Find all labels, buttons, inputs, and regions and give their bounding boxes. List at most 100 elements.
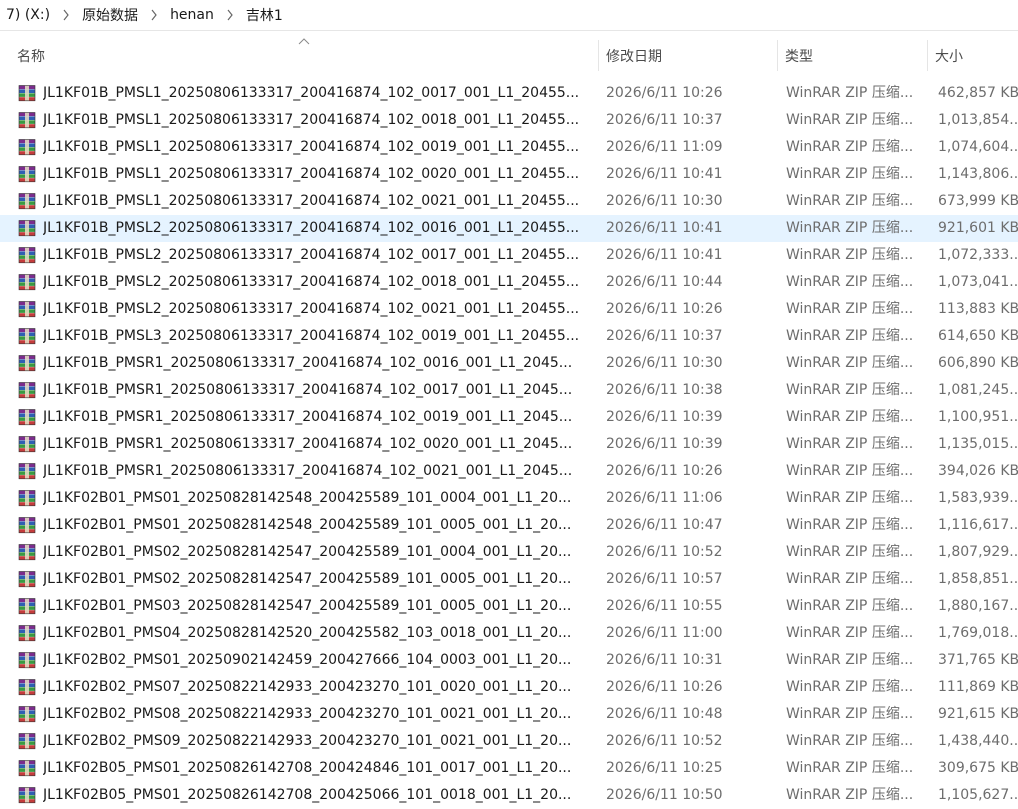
file-name: JL1KF02B02_PMS09_20250822142933_20042327… [43, 733, 572, 749]
chevron-right-icon[interactable] [146, 7, 162, 23]
winrar-archive-icon [18, 733, 36, 750]
file-row[interactable]: JL1KF02B01_PMS04_20250828142520_20042558… [0, 620, 1018, 647]
winrar-archive-icon [18, 517, 36, 534]
file-type: WinRAR ZIP 压缩... [786, 139, 914, 155]
file-row[interactable]: JL1KF02B01_PMS01_20250828142548_20042558… [0, 485, 1018, 512]
file-row[interactable]: JL1KF01B_PMSL1_20250806133317_200416874_… [0, 188, 1018, 215]
file-row[interactable]: JL1KF01B_PMSL1_20250806133317_200416874_… [0, 134, 1018, 161]
file-row[interactable]: JL1KF02B02_PMS07_20250822142933_20042327… [0, 674, 1018, 701]
winrar-archive-icon [18, 436, 36, 453]
file-row[interactable]: JL1KF01B_PMSL2_20250806133317_200416874_… [0, 269, 1018, 296]
column-header-size[interactable]: 大小 [928, 40, 1018, 71]
file-size: 394,026 KB [938, 463, 1018, 479]
column-header-type[interactable]: 类型 [778, 40, 927, 71]
file-name: JL1KF01B_PMSL3_20250806133317_200416874_… [43, 328, 580, 344]
file-row[interactable]: JL1KF02B05_PMS01_20250826142708_20042506… [0, 782, 1018, 809]
chevron-right-icon[interactable] [222, 7, 238, 23]
file-modified-date: 2026/6/11 10:26 [606, 679, 723, 695]
file-size: 673,999 KB [938, 193, 1018, 209]
file-modified-date: 2026/6/11 10:26 [606, 463, 723, 479]
file-modified-date: 2026/6/11 10:26 [606, 85, 723, 101]
file-row[interactable]: JL1KF02B01_PMS02_20250828142547_20042558… [0, 566, 1018, 593]
winrar-archive-icon [18, 166, 36, 183]
file-row[interactable]: JL1KF01B_PMSR1_20250806133317_200416874_… [0, 377, 1018, 404]
file-row[interactable]: JL1KF01B_PMSR1_20250806133317_200416874_… [0, 350, 1018, 377]
file-modified-date: 2026/6/11 11:00 [606, 625, 723, 641]
file-type: WinRAR ZIP 压缩... [786, 247, 914, 263]
winrar-archive-icon [18, 301, 36, 318]
winrar-archive-icon [18, 490, 36, 507]
file-row[interactable]: JL1KF01B_PMSL3_20250806133317_200416874_… [0, 323, 1018, 350]
file-modified-date: 2026/6/11 11:06 [606, 490, 723, 506]
file-row[interactable]: JL1KF02B05_PMS01_20250826142708_20042484… [0, 755, 1018, 782]
file-row[interactable]: JL1KF01B_PMSL1_20250806133317_200416874_… [0, 107, 1018, 134]
file-row[interactable]: JL1KF02B01_PMS01_20250828142548_20042558… [0, 512, 1018, 539]
file-modified-date: 2026/6/11 10:37 [606, 112, 723, 128]
breadcrumb-drive[interactable]: 7) (X:) [2, 7, 54, 23]
file-name: JL1KF01B_PMSL1_20250806133317_200416874_… [43, 85, 580, 101]
file-type: WinRAR ZIP 压缩... [786, 625, 914, 641]
column-header-date[interactable]: 修改日期 [599, 40, 777, 71]
breadcrumb-item-jilin1[interactable]: 吉林1 [242, 5, 287, 25]
file-name: JL1KF02B01_PMS01_20250828142548_20042558… [43, 490, 572, 506]
file-row[interactable]: JL1KF01B_PMSL2_20250806133317_200416874_… [0, 242, 1018, 269]
file-size: 1,583,939... [938, 490, 1018, 506]
file-modified-date: 2026/6/11 10:38 [606, 382, 723, 398]
file-type: WinRAR ZIP 压缩... [786, 787, 914, 803]
winrar-archive-icon [18, 652, 36, 669]
winrar-archive-icon [18, 706, 36, 723]
winrar-archive-icon [18, 220, 36, 237]
file-name: JL1KF02B01_PMS03_20250828142547_20042558… [43, 598, 572, 614]
file-size: 1,100,951... [938, 409, 1018, 425]
file-size: 1,081,245... [938, 382, 1018, 398]
file-name: JL1KF02B01_PMS01_20250828142548_20042558… [43, 517, 572, 533]
winrar-archive-icon [18, 328, 36, 345]
file-row[interactable]: JL1KF02B01_PMS03_20250828142547_20042558… [0, 593, 1018, 620]
file-row[interactable]: JL1KF01B_PMSL1_20250806133317_200416874_… [0, 80, 1018, 107]
chevron-right-icon[interactable] [58, 7, 74, 23]
file-row[interactable]: JL1KF01B_PMSL2_20250806133317_200416874_… [0, 296, 1018, 323]
breadcrumb-item-raw-data[interactable]: 原始数据 [78, 5, 142, 25]
file-size: 371,765 KB [938, 652, 1018, 668]
file-row[interactable]: JL1KF01B_PMSL1_20250806133317_200416874_… [0, 161, 1018, 188]
winrar-archive-icon [18, 112, 36, 129]
file-type: WinRAR ZIP 压缩... [786, 733, 914, 749]
file-type: WinRAR ZIP 压缩... [786, 220, 914, 236]
file-name: JL1KF01B_PMSL2_20250806133317_200416874_… [43, 301, 580, 317]
file-size: 1,105,627... [938, 787, 1018, 803]
file-name: JL1KF02B01_PMS02_20250828142547_20042558… [43, 571, 572, 587]
winrar-archive-icon [18, 85, 36, 102]
file-row[interactable]: JL1KF01B_PMSR1_20250806133317_200416874_… [0, 431, 1018, 458]
file-modified-date: 2026/6/11 10:41 [606, 166, 723, 182]
breadcrumb-item-henan[interactable]: henan [166, 7, 218, 23]
file-size: 1,116,617... [938, 517, 1018, 533]
file-row[interactable]: JL1KF01B_PMSR1_20250806133317_200416874_… [0, 458, 1018, 485]
file-size: 606,890 KB [938, 355, 1018, 371]
file-size: 113,883 KB [938, 301, 1018, 317]
file-row[interactable]: JL1KF02B02_PMS09_20250822142933_20042327… [0, 728, 1018, 755]
file-name: JL1KF01B_PMSR1_20250806133317_200416874_… [43, 436, 573, 452]
file-modified-date: 2026/6/11 10:47 [606, 517, 723, 533]
file-modified-date: 2026/6/11 10:37 [606, 328, 723, 344]
column-header-name[interactable]: 名称 [10, 40, 598, 71]
file-type: WinRAR ZIP 压缩... [786, 706, 914, 722]
file-row[interactable]: JL1KF02B01_PMS02_20250828142547_20042558… [0, 539, 1018, 566]
file-modified-date: 2026/6/11 10:39 [606, 436, 723, 452]
file-name: JL1KF01B_PMSL1_20250806133317_200416874_… [43, 193, 580, 209]
file-name: JL1KF01B_PMSR1_20250806133317_200416874_… [43, 463, 573, 479]
winrar-archive-icon [18, 274, 36, 291]
winrar-archive-icon [18, 679, 36, 696]
file-type: WinRAR ZIP 压缩... [786, 652, 914, 668]
file-modified-date: 2026/6/11 10:41 [606, 220, 723, 236]
file-type: WinRAR ZIP 压缩... [786, 544, 914, 560]
file-row[interactable]: JL1KF02B02_PMS01_20250902142459_20042766… [0, 647, 1018, 674]
file-row[interactable]: JL1KF01B_PMSR1_20250806133317_200416874_… [0, 404, 1018, 431]
file-type: WinRAR ZIP 压缩... [786, 571, 914, 587]
file-type: WinRAR ZIP 压缩... [786, 598, 914, 614]
file-type: WinRAR ZIP 压缩... [786, 301, 914, 317]
file-row[interactable]: JL1KF01B_PMSL2_20250806133317_200416874_… [0, 215, 1018, 242]
file-size: 1,074,604... [938, 139, 1018, 155]
file-modified-date: 2026/6/11 10:44 [606, 274, 723, 290]
file-row[interactable]: JL1KF02B02_PMS08_20250822142933_20042327… [0, 701, 1018, 728]
file-modified-date: 2026/6/11 10:26 [606, 301, 723, 317]
